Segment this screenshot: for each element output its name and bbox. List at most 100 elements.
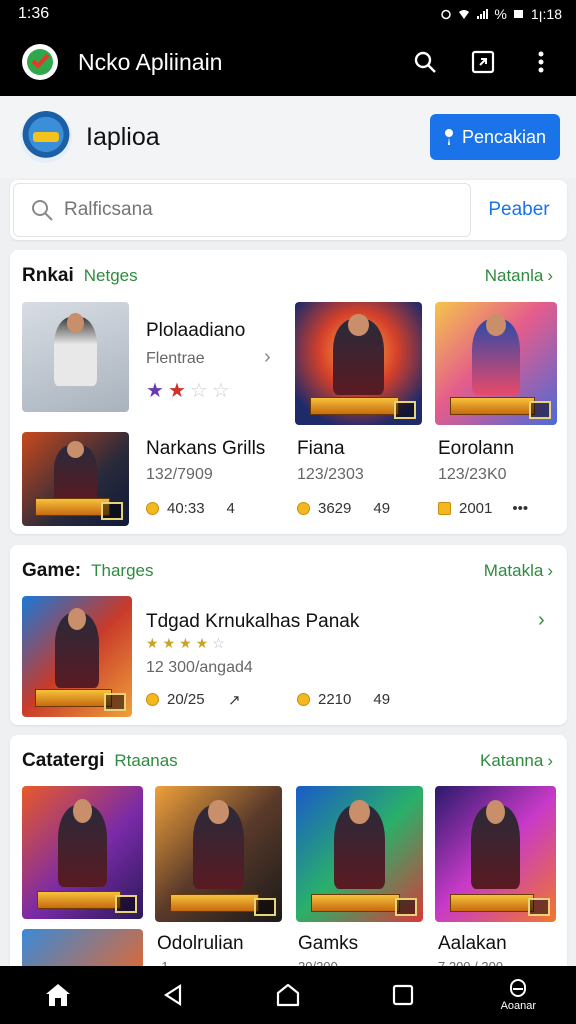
featured-game-thumbnail[interactable] <box>22 302 129 412</box>
game-thumbnail[interactable] <box>155 786 282 922</box>
nav-account-label: Aoanar <box>500 1000 537 1012</box>
app-logo-icon <box>22 44 58 80</box>
chevron-right-icon: › <box>547 561 553 580</box>
game-meta: 132/7909 <box>146 466 213 483</box>
section-games: Game: Tharges Matakla › Tdgad Krnukalhas … <box>10 545 567 725</box>
game-rating: ★ ★ ★ ★ ☆ <box>146 635 225 652</box>
pencakian-button[interactable]: Pencakian <box>429 114 560 160</box>
chevron-right-icon: › <box>547 751 553 770</box>
arrow-icon: ↗ <box>228 692 241 709</box>
status-time: 1:36 <box>18 5 50 22</box>
game-thumbnail[interactable] <box>295 302 422 425</box>
game-title[interactable]: Odolrulian <box>157 933 244 955</box>
game-thumbnail[interactable] <box>435 302 557 425</box>
search-icon <box>414 51 436 73</box>
battery-icon <box>513 10 523 18</box>
stat-value: 49 <box>373 500 391 517</box>
section-more-link[interactable]: Matakla › <box>484 561 553 581</box>
game-title[interactable]: Gamks <box>298 933 358 955</box>
star-filled-icon: ★ <box>179 635 192 651</box>
game-title[interactable]: Aalakan <box>438 933 507 955</box>
star-half-icon: ★ <box>195 635 209 651</box>
nav-account-button[interactable]: Aoanar <box>478 966 558 1024</box>
game-title[interactable]: Narkans Grills <box>146 438 265 460</box>
sub-header: Iaplioa Pencakian <box>0 96 576 178</box>
star-filled-icon: ★ <box>162 635 176 651</box>
game-title[interactable]: Tdgad Krnukalhas Panak <box>146 611 359 633</box>
account-icon <box>510 979 527 997</box>
game-stats: 40:33 4 <box>146 500 235 517</box>
stat-value: 2001 <box>459 500 493 517</box>
game-meta: 12 300/angad4 <box>146 659 253 676</box>
nav-home-button[interactable] <box>18 966 98 1024</box>
badge-icon: ★ <box>146 380 164 402</box>
coin-icon <box>146 693 159 706</box>
game-stats: 20/25 <box>146 691 205 708</box>
game-thumbnail[interactable] <box>22 432 129 526</box>
game-thumbnail[interactable] <box>22 929 143 969</box>
game-meta: 123/23K0 <box>438 466 507 483</box>
search-icon <box>32 200 53 221</box>
search-button[interactable] <box>404 41 446 83</box>
nav-recents-button[interactable] <box>363 966 443 1024</box>
home-circle-icon <box>276 983 300 1007</box>
game-thumbnail[interactable] <box>296 786 423 922</box>
back-icon <box>163 983 181 1007</box>
section-more-label: Katanna <box>479 751 544 770</box>
wifi-icon <box>459 10 470 19</box>
pencakian-button-label: Pencakian <box>461 126 546 147</box>
app-bar: Ncko Apliinain <box>0 28 576 96</box>
stat-value: ••• <box>512 500 529 517</box>
navigation-bar: Aoanar <box>0 966 576 1024</box>
game-thumbnail[interactable] <box>22 786 143 919</box>
alarm-icon <box>441 9 452 20</box>
game-stats: 2210 49 <box>297 691 390 708</box>
stat-value: 49 <box>373 691 391 708</box>
game-thumbnail[interactable] <box>22 596 132 717</box>
chevron-right-icon: › <box>547 266 553 285</box>
search-bar: Peaber <box>10 180 567 240</box>
search-field[interactable] <box>13 183 471 237</box>
section-ranked: Rnkai Netges Natanla › Plolaadiano Flentr… <box>10 250 567 534</box>
section-header: Rnkai Netges Natanla › <box>22 264 553 288</box>
section-more-link[interactable]: Natanla › <box>485 266 553 286</box>
open-in-icon <box>471 50 495 74</box>
nav-home-circle-button[interactable] <box>248 966 328 1024</box>
section-categories: Catatergi Rtaanas Katanna› Odolrulian -1… <box>10 735 567 975</box>
star-empty-icon: ☆ <box>212 635 225 651</box>
star-filled-icon: ★ <box>146 635 159 651</box>
status-icons: % 1ꞁ:18 <box>440 6 562 23</box>
coin-icon <box>146 502 159 515</box>
game-title[interactable]: Eorolann <box>438 438 514 460</box>
sub-header-title: Iaplioa <box>86 122 160 151</box>
pin-icon <box>444 129 453 145</box>
star-empty-icon: ☆ <box>189 380 208 402</box>
section-title: Rnkai <box>22 265 74 286</box>
game-thumbnail[interactable] <box>435 786 556 922</box>
home-icon <box>45 984 70 1006</box>
signal-icon <box>477 9 489 19</box>
nav-back-button[interactable] <box>133 966 213 1024</box>
open-in-button[interactable] <box>462 41 504 83</box>
game-stats: 3629 49 <box>297 500 390 517</box>
more-options-button[interactable] <box>520 41 562 83</box>
star-filled-icon: ★ <box>167 380 186 402</box>
game-stats: 2001 ••• <box>438 500 528 517</box>
search-input[interactable] <box>64 199 364 221</box>
chevron-right-icon[interactable]: › <box>538 609 545 632</box>
section-subtitle: Rtaanas <box>114 751 178 770</box>
star-empty-icon: ☆ <box>211 380 230 402</box>
search-submit-link[interactable]: Peaber <box>471 199 567 221</box>
section-more-link[interactable]: Katanna › <box>480 751 553 771</box>
stat-value: 3629 <box>318 500 352 517</box>
recents-icon <box>393 984 414 1006</box>
more-vert-icon <box>538 51 544 73</box>
stat-value: 2210 <box>318 691 352 708</box>
coin-icon <box>297 693 310 706</box>
section-title: Game: <box>22 560 82 581</box>
stat-value: 4 <box>226 500 235 517</box>
game-title[interactable]: Fiana <box>297 438 345 460</box>
game-meta: 123/2303 <box>297 466 364 483</box>
section-header: Game: Tharges Matakla › <box>22 559 553 583</box>
chevron-right-icon[interactable]: › <box>264 346 271 369</box>
